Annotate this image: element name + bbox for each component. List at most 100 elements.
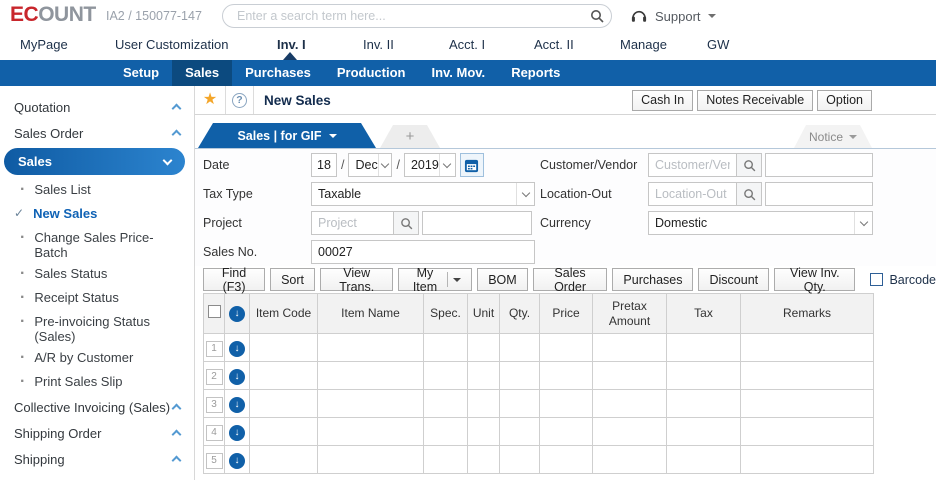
barcode-label[interactable]: Barcode [889, 273, 936, 287]
favorite-button[interactable]: ★ [195, 92, 225, 108]
row-insert-button[interactable]: ↓ [229, 397, 245, 413]
row-insert-button[interactable]: ↓ [229, 425, 245, 441]
row-number[interactable]: 5 [206, 453, 223, 469]
sidebar-item-sales-list[interactable]: · Sales List [0, 178, 194, 202]
barcode-checkbox[interactable] [870, 273, 883, 286]
sidebar-item-shipping[interactable]: Shipping [0, 446, 194, 472]
row-insert-button[interactable]: ↓ [229, 369, 245, 385]
notes-receivable-button[interactable]: Notes Receivable [697, 90, 813, 111]
date-year-select[interactable]: 2019 [404, 153, 456, 177]
view-inv-qty-button[interactable]: View Inv. Qty. [774, 268, 855, 291]
grid-cell[interactable] [424, 418, 468, 446]
grid-cell[interactable] [250, 446, 318, 474]
grid-cell[interactable] [540, 390, 593, 418]
grid-cell[interactable] [250, 362, 318, 390]
grid-cell[interactable] [500, 446, 540, 474]
find-button[interactable]: Find (F3) [203, 268, 265, 291]
option-button[interactable]: Option [817, 90, 872, 111]
grid-cell[interactable] [540, 334, 593, 362]
select-all-checkbox[interactable] [208, 305, 221, 318]
sidebar-item-sales[interactable]: Sales [4, 148, 185, 175]
project-name-input[interactable] [422, 211, 532, 235]
grid-cell[interactable] [667, 390, 741, 418]
grid-cell[interactable] [468, 334, 500, 362]
grid-cell[interactable] [667, 446, 741, 474]
grid-cell[interactable] [741, 334, 874, 362]
grid-cell[interactable] [318, 418, 424, 446]
customer-vendor-name-input[interactable] [765, 153, 873, 177]
location-out-name-input[interactable] [765, 182, 873, 206]
sales-no-input[interactable] [311, 240, 535, 264]
main-menu-item-mypage[interactable]: MyPage [20, 32, 68, 58]
grid-cell[interactable] [468, 390, 500, 418]
search-button[interactable] [583, 5, 611, 27]
grid-cell[interactable] [318, 334, 424, 362]
customer-vendor-code-input[interactable] [648, 153, 736, 177]
row-insert-button[interactable]: ↓ [229, 453, 245, 469]
grid-cell[interactable] [667, 418, 741, 446]
grid-cell[interactable] [424, 390, 468, 418]
customer-vendor-search-button[interactable] [736, 153, 762, 177]
grid-cell[interactable] [500, 334, 540, 362]
location-out-code-input[interactable] [648, 182, 736, 206]
row-number[interactable]: 2 [206, 369, 223, 385]
grid-cell[interactable] [318, 390, 424, 418]
grid-cell[interactable] [318, 446, 424, 474]
main-menu-item-gw[interactable]: GW [707, 32, 729, 58]
discount-button[interactable]: Discount [698, 268, 769, 291]
grid-cell[interactable] [500, 390, 540, 418]
grid-cell[interactable] [741, 446, 874, 474]
grid-cell[interactable] [540, 362, 593, 390]
grid-cell[interactable] [500, 362, 540, 390]
module-item-purchases[interactable]: Purchases [232, 60, 324, 86]
sidebar-item-print-sales-slip[interactable]: · Print Sales Slip [0, 370, 194, 394]
grid-cell[interactable] [468, 446, 500, 474]
project-code-input[interactable] [311, 211, 393, 235]
grid-cell[interactable] [250, 390, 318, 418]
sidebar-item-change-sales-price-batch[interactable]: · Change Sales Price-Batch [0, 226, 194, 262]
my-item-button[interactable]: My Item [398, 268, 472, 291]
grid-cell[interactable] [593, 390, 667, 418]
grid-cell[interactable] [540, 446, 593, 474]
grid-cell[interactable] [468, 362, 500, 390]
row-insert-button[interactable]: ↓ [229, 341, 245, 357]
grid-cell[interactable] [593, 362, 667, 390]
notice-tab[interactable]: Notice [794, 125, 872, 148]
help-button[interactable]: ? [226, 93, 253, 108]
sales-order-button[interactable]: Sales Order [533, 268, 608, 291]
grid-cell[interactable] [540, 418, 593, 446]
project-search-button[interactable] [393, 211, 419, 235]
bom-button[interactable]: BOM [477, 268, 527, 291]
calendar-button[interactable] [460, 153, 484, 177]
sidebar-item-collective-invoicing[interactable]: Collective Invoicing (Sales) [0, 394, 194, 420]
grid-cell[interactable] [424, 362, 468, 390]
sort-button[interactable]: Sort [270, 268, 315, 291]
new-tab-button[interactable]: + [380, 125, 440, 148]
global-search-input[interactable] [223, 9, 583, 23]
sidebar-item-shipping-order[interactable]: Shipping Order [0, 420, 194, 446]
grid-cell[interactable] [468, 418, 500, 446]
grid-cell[interactable] [593, 334, 667, 362]
row-number[interactable]: 4 [206, 425, 223, 441]
tax-type-select[interactable]: Taxable [311, 182, 535, 206]
main-menu-item-inv-2[interactable]: Inv. II [363, 32, 394, 58]
view-trans-button[interactable]: View Trans. [320, 268, 393, 291]
module-item-sales[interactable]: Sales [172, 60, 232, 86]
purchases-button[interactable]: Purchases [612, 268, 693, 291]
module-item-setup[interactable]: Setup [110, 60, 172, 86]
location-out-search-button[interactable] [736, 182, 762, 206]
sidebar-item-quotation[interactable]: Quotation [0, 94, 194, 120]
date-month-select[interactable]: Dec [348, 153, 392, 177]
row-number[interactable]: 3 [206, 397, 223, 413]
ecount-logo[interactable]: ECOUNT [10, 3, 96, 27]
currency-select[interactable]: Domestic [648, 211, 873, 235]
grid-cell[interactable] [741, 418, 874, 446]
grid-cell[interactable] [667, 334, 741, 362]
grid-cell[interactable] [250, 334, 318, 362]
grid-cell[interactable] [741, 362, 874, 390]
main-menu-item-manage[interactable]: Manage [620, 32, 667, 58]
support-menu[interactable]: Support [630, 5, 716, 27]
grid-cell[interactable] [667, 362, 741, 390]
grid-cell[interactable] [424, 446, 468, 474]
main-menu-item-acct-1[interactable]: Acct. I [449, 32, 485, 58]
